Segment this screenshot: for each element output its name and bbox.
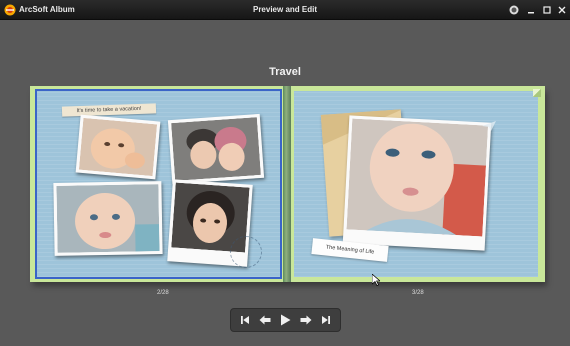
postmark-stamp [230, 236, 262, 268]
window-title: Preview and Edit [252, 5, 318, 14]
play-button[interactable] [276, 312, 294, 328]
first-page-button[interactable] [236, 312, 254, 328]
help-icon [509, 5, 519, 15]
close-icon [558, 6, 566, 14]
minimize-button[interactable] [524, 3, 538, 17]
album-book: It's time to take a vacation! The Meanin… [30, 86, 547, 286]
mouse-cursor-icon [372, 274, 380, 286]
page-curl-corner[interactable] [533, 89, 541, 97]
maximize-icon [543, 6, 551, 14]
last-page-button[interactable] [317, 312, 335, 328]
paper-plane-icon [482, 121, 496, 131]
couple-kids-photo[interactable] [167, 113, 265, 185]
previous-page-button[interactable] [256, 312, 274, 328]
album-title: Travel [269, 66, 301, 78]
help-button[interactable] [507, 3, 521, 17]
left-page-number: 2/28 [157, 290, 169, 296]
maximize-button[interactable] [540, 3, 554, 17]
baby-photo-image [78, 117, 158, 177]
next-page-button[interactable] [297, 312, 315, 328]
minimize-icon [528, 12, 534, 14]
skip-to-start-icon [241, 316, 250, 324]
skip-to-end-icon [321, 316, 330, 324]
toddler-photo[interactable] [53, 181, 163, 256]
couple-kids-photo-image [171, 117, 261, 181]
playback-controls [230, 308, 341, 332]
toddler-photo-image [56, 184, 160, 253]
title-bar: ArcSoft Album Preview and Edit [0, 0, 570, 20]
baby-photo[interactable] [75, 114, 161, 180]
play-icon [280, 314, 291, 326]
baby-closeup-photo[interactable] [342, 115, 492, 251]
book-spine [283, 86, 291, 282]
right-page-number: 3/28 [412, 290, 424, 296]
arrow-left-icon [259, 315, 271, 325]
close-button[interactable] [555, 3, 569, 17]
arrow-right-icon [300, 315, 312, 325]
baby-closeup-photo-image [346, 118, 489, 237]
